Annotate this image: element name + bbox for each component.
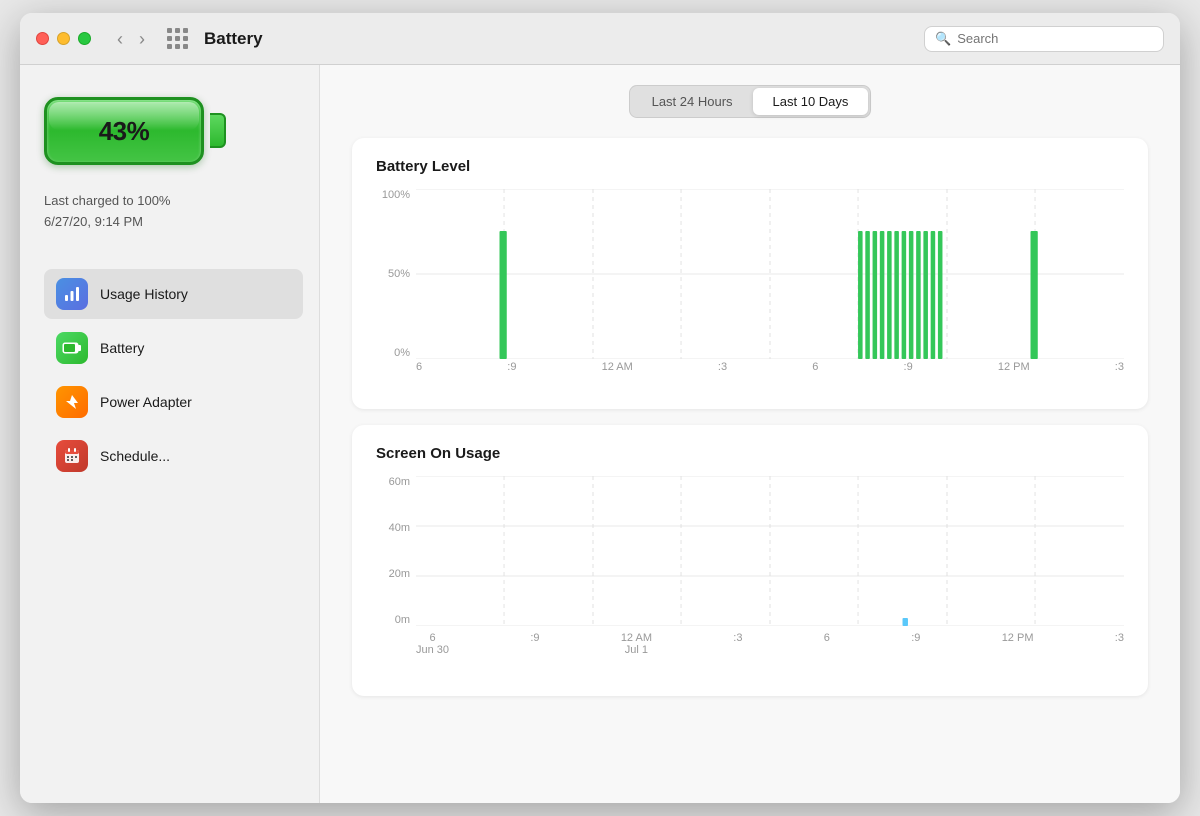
y-label-60m: 60m bbox=[389, 476, 410, 488]
battery-nav-icon bbox=[56, 332, 88, 364]
battery-body: 43% bbox=[44, 97, 204, 165]
battery-level-chart-area: 100% 50% 0% 6 :9 12 AM :3 6 :9 12 PM :3 bbox=[376, 189, 1124, 389]
y-label-20m: 20m bbox=[389, 568, 410, 580]
screen-on-chart-title: Screen On Usage bbox=[376, 445, 1124, 462]
search-icon: 🔍 bbox=[935, 31, 951, 47]
main-window: ‹ › Battery 🔍 43% bbox=[20, 13, 1180, 803]
x-label-12am: 12 AM bbox=[602, 361, 633, 373]
y-label-100: 100% bbox=[382, 189, 410, 201]
x-label-3a: :3 bbox=[718, 361, 727, 373]
battery-level-y-axis: 100% 50% 0% bbox=[376, 189, 414, 359]
power-adapter-icon bbox=[56, 386, 88, 418]
screen-on-chart-area: 60m 40m 20m 0m 6 Jun 30 :9 bbox=[376, 476, 1124, 676]
titlebar: ‹ › Battery 🔍 bbox=[20, 13, 1180, 65]
x-label-6a: 6 bbox=[416, 361, 422, 373]
x-label-9a: :9 bbox=[507, 361, 516, 373]
x-col-3b: :3 bbox=[1115, 632, 1124, 676]
y-label-40m: 40m bbox=[389, 522, 410, 534]
screen-on-svg bbox=[416, 476, 1124, 626]
minimize-button[interactable] bbox=[57, 32, 70, 45]
sidebar-nav: Usage History Battery bbox=[44, 269, 303, 481]
last-charged-label: Last charged to 100% bbox=[44, 191, 170, 212]
x-col-12am: 12 AM Jul 1 bbox=[621, 632, 652, 676]
battery-level-svg bbox=[416, 189, 1124, 359]
x-col-9b: :9 bbox=[911, 632, 920, 676]
usage-history-icon bbox=[56, 278, 88, 310]
battery-info: Last charged to 100% 6/27/20, 9:14 PM bbox=[44, 191, 170, 233]
x-col-9a: :9 bbox=[530, 632, 539, 676]
schedule-icon bbox=[56, 440, 88, 472]
x-col-12pm: 12 PM bbox=[1002, 632, 1034, 676]
tab-group: Last 24 Hours Last 10 Days bbox=[629, 85, 872, 118]
x-col-3a: :3 bbox=[733, 632, 742, 676]
main-content: 43% Last charged to 100% 6/27/20, 9:14 P… bbox=[20, 65, 1180, 803]
x-label-3b: :3 bbox=[1115, 361, 1124, 373]
battery-percent: 43% bbox=[99, 116, 150, 147]
battery-level-chart-card: Battery Level bbox=[352, 138, 1148, 409]
tab-last-24-hours[interactable]: Last 24 Hours bbox=[632, 88, 753, 115]
last-charged-date: 6/27/20, 9:14 PM bbox=[44, 212, 170, 233]
back-button[interactable]: ‹ bbox=[111, 28, 129, 50]
sidebar-label-usage-history: Usage History bbox=[100, 286, 188, 302]
y-label-0: 0% bbox=[394, 347, 410, 359]
sidebar-label-power-adapter: Power Adapter bbox=[100, 394, 192, 410]
x-label-6b: 6 bbox=[812, 361, 818, 373]
apps-grid-icon[interactable] bbox=[167, 28, 188, 49]
x-label-9b: :9 bbox=[904, 361, 913, 373]
battery-icon: 43% bbox=[44, 89, 224, 173]
x-label-12pm: 12 PM bbox=[998, 361, 1030, 373]
search-input[interactable] bbox=[957, 31, 1153, 46]
tab-last-10-days[interactable]: Last 10 Days bbox=[753, 88, 869, 115]
y-label-50: 50% bbox=[388, 268, 410, 280]
battery-level-chart-title: Battery Level bbox=[376, 158, 1124, 175]
sidebar-item-battery[interactable]: Battery bbox=[44, 323, 303, 373]
search-box[interactable]: 🔍 bbox=[924, 26, 1164, 52]
x-col-6b: 6 bbox=[824, 632, 830, 676]
x-col-6a: 6 Jun 30 bbox=[416, 632, 449, 676]
tab-selector: Last 24 Hours Last 10 Days bbox=[352, 85, 1148, 118]
battery-widget: 43% Last charged to 100% 6/27/20, 9:14 P… bbox=[44, 89, 303, 233]
sidebar-item-schedule[interactable]: Schedule... bbox=[44, 431, 303, 481]
forward-button[interactable]: › bbox=[133, 28, 151, 50]
window-title: Battery bbox=[204, 29, 912, 49]
sidebar-item-usage-history[interactable]: Usage History bbox=[44, 269, 303, 319]
traffic-lights bbox=[36, 32, 91, 45]
sidebar-label-schedule: Schedule... bbox=[100, 448, 170, 464]
sidebar-item-power-adapter[interactable]: Power Adapter bbox=[44, 377, 303, 427]
right-panel: Last 24 Hours Last 10 Days Battery Level bbox=[320, 65, 1180, 803]
sidebar-label-battery: Battery bbox=[100, 340, 144, 356]
nav-buttons: ‹ › bbox=[111, 28, 151, 50]
battery-level-x-axis: 6 :9 12 AM :3 6 :9 12 PM :3 bbox=[416, 361, 1124, 389]
y-label-0m: 0m bbox=[395, 614, 410, 626]
screen-on-x-axis: 6 Jun 30 :9 12 AM Jul 1 :3 bbox=[416, 632, 1124, 676]
close-button[interactable] bbox=[36, 32, 49, 45]
sidebar: 43% Last charged to 100% 6/27/20, 9:14 P… bbox=[20, 65, 320, 803]
screen-on-chart-card: Screen On Usage bbox=[352, 425, 1148, 696]
maximize-button[interactable] bbox=[78, 32, 91, 45]
screen-on-y-axis: 60m 40m 20m 0m bbox=[376, 476, 414, 626]
battery-tip bbox=[210, 113, 226, 148]
